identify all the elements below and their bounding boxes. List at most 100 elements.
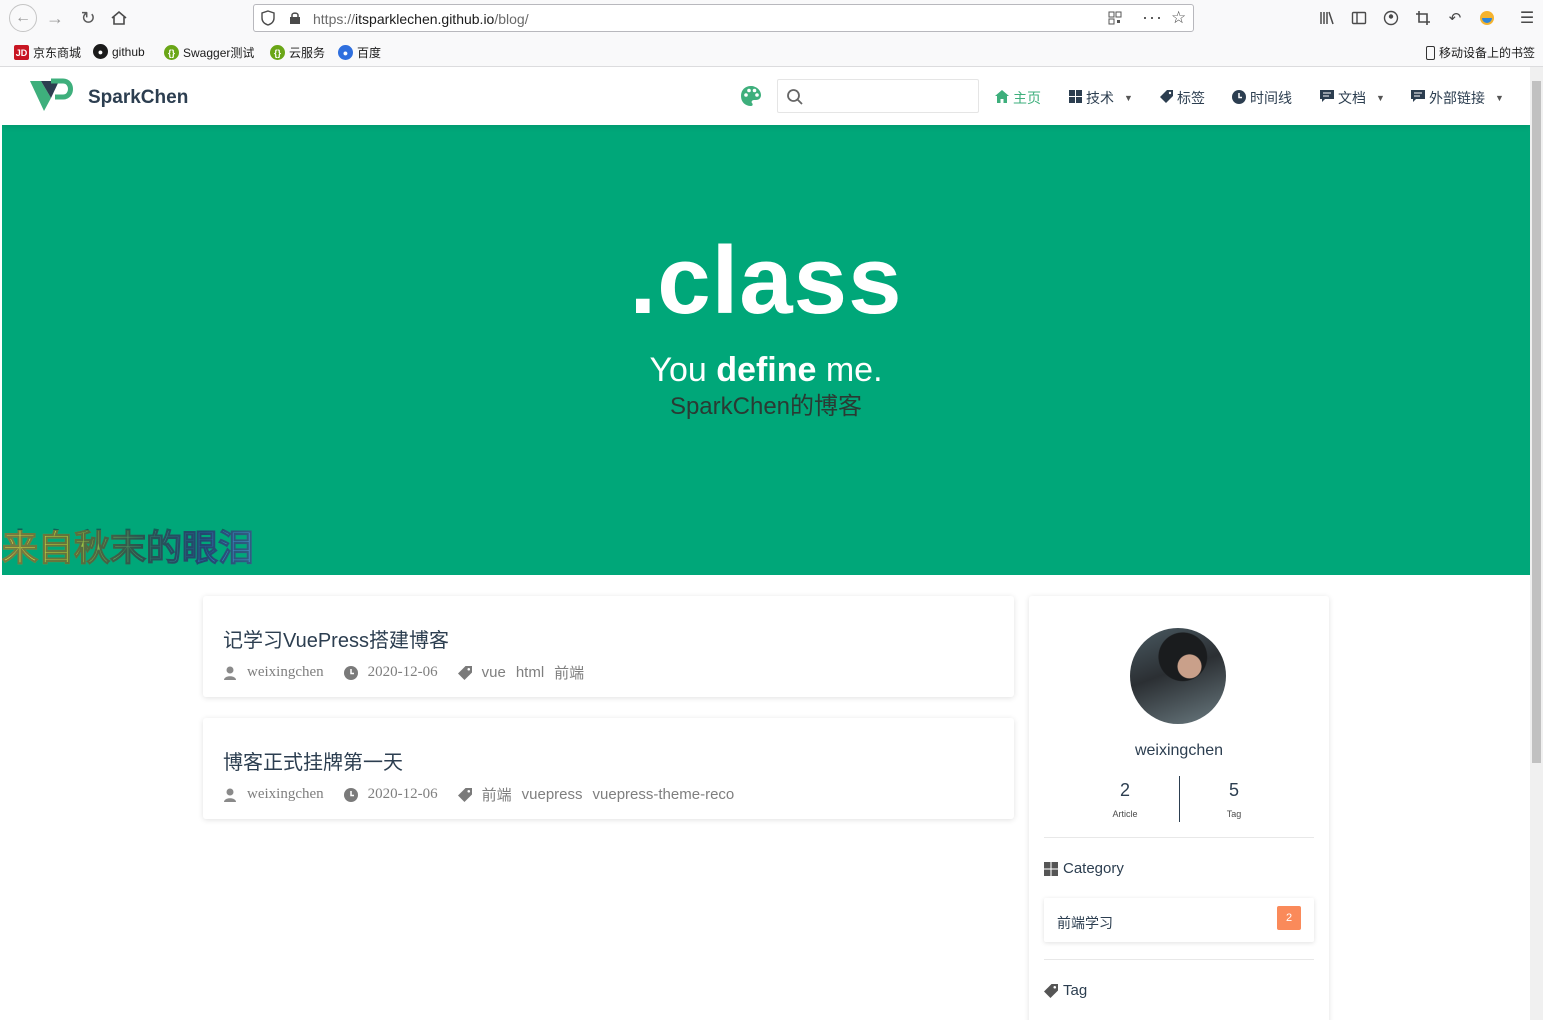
more-icon[interactable]: ··· <box>1142 7 1163 28</box>
post-title[interactable]: 博客正式挂牌第一天 <box>223 746 403 775</box>
bookmark-cloud[interactable]: {} 云服务 <box>270 44 325 61</box>
clock-icon <box>1232 89 1246 107</box>
category-count-badge: 2 <box>1277 906 1301 930</box>
swagger-icon: {} <box>270 45 285 60</box>
tag-icon <box>457 665 472 680</box>
hero-slogan: You define me. <box>649 351 883 389</box>
bookmark-mobile[interactable]: 移动设备上的书签 <box>1426 44 1535 61</box>
stat-divider <box>1179 776 1180 822</box>
grid-icon <box>1044 861 1058 876</box>
nav-label: 标签 <box>1177 90 1205 106</box>
nav-tags[interactable]: 标签 <box>1160 88 1205 108</box>
extension-icon[interactable] <box>1477 8 1497 28</box>
account-icon[interactable] <box>1381 8 1401 28</box>
screenshot-icon[interactable] <box>1413 8 1433 28</box>
qr-code-icon[interactable] <box>1108 11 1122 30</box>
post-tags: 前端 vuepress vuepress-theme-reco <box>457 784 745 805</box>
article-count-value: 2 <box>1119 780 1130 800</box>
jd-icon: JD <box>14 45 29 60</box>
avatar <box>1130 628 1226 724</box>
star-icon[interactable]: ☆ <box>1171 8 1186 28</box>
nav-label: 时间线 <box>1250 90 1292 106</box>
tag-count: 5 Tag <box>1204 780 1264 819</box>
nav-label: 外部链接 <box>1429 90 1485 106</box>
tag-link[interactable]: vuepress <box>522 786 583 803</box>
reload-icon[interactable]: ↻ <box>76 7 100 29</box>
lock-icon[interactable] <box>289 11 301 30</box>
bookmark-github[interactable]: ● github <box>93 44 145 59</box>
bookmark-label: 云服务 <box>289 46 326 60</box>
bookmark-jd[interactable]: JD 京东商城 <box>14 44 81 61</box>
bookmark-label: 京东商城 <box>33 46 82 60</box>
scrollbar[interactable] <box>1530 67 1543 1020</box>
web-page: SparkChen 主页 技术 ▼ 标签 时间线 文档 ▼ 外部链接 ▼ .cl… <box>2 67 1530 1020</box>
tag-count-label: Tag <box>1226 809 1242 819</box>
scrollbar-thumb[interactable] <box>1532 81 1541 763</box>
message-icon <box>1411 90 1425 106</box>
post-card[interactable]: 博客正式挂牌第一天 weixingchen 2020-12-06 前端 vuep… <box>203 718 1014 819</box>
nav-docs[interactable]: 文档 ▼ <box>1320 88 1385 108</box>
forward-icon[interactable]: → <box>43 7 67 29</box>
chevron-down-icon: ▼ <box>1124 93 1133 103</box>
search-input[interactable] <box>777 79 979 113</box>
url-text: https://itsparklechen.github.io/blog/ <box>313 11 529 27</box>
grid-icon <box>1069 90 1082 106</box>
site-name[interactable]: SparkChen <box>88 87 188 109</box>
mobile-icon <box>1426 45 1435 60</box>
nav-external-links[interactable]: 外部链接 ▼ <box>1411 88 1504 108</box>
site-navbar: SparkChen 主页 技术 ▼ 标签 时间线 文档 ▼ 外部链接 ▼ <box>2 67 1530 125</box>
tag-link[interactable]: 前端 <box>482 784 512 805</box>
post-author[interactable]: weixingchen <box>223 786 324 803</box>
tag-icon <box>1044 983 1058 998</box>
menu-icon[interactable]: ☰ <box>1517 8 1537 28</box>
bookmarks-bar: JD 京东商城 ● github {} Swagger测试 {} 云服务 ● 百… <box>0 36 1543 67</box>
bookmark-baidu[interactable]: ● 百度 <box>338 44 381 61</box>
site-logo[interactable] <box>29 78 73 114</box>
palette-icon[interactable] <box>740 85 762 107</box>
tag-link[interactable]: vue <box>482 664 506 681</box>
shield-icon[interactable] <box>261 10 275 31</box>
bookmark-label: Swagger测试 <box>183 46 255 60</box>
nav-tech[interactable]: 技术 ▼ <box>1069 88 1133 108</box>
back-icon[interactable]: ← <box>9 4 37 32</box>
article-count: 2 Article <box>1095 780 1155 819</box>
divider <box>1044 959 1314 960</box>
category-title: Category <box>1063 860 1124 877</box>
date-text: 2020-12-06 <box>367 786 438 802</box>
sidebar-icon[interactable] <box>1349 8 1369 28</box>
undo-icon[interactable]: ↶ <box>1445 8 1465 28</box>
post-card[interactable]: 记学习VuePress搭建博客 weixingchen 2020-12-06 v… <box>203 596 1014 697</box>
tag-title: Tag <box>1063 982 1088 999</box>
floating-text: 来自秋末的眼泪 <box>2 527 255 568</box>
author-name: weixingchen <box>247 664 324 680</box>
home-icon[interactable] <box>107 7 131 29</box>
browser-toolbar: ← → ↻ https://itsparklechen.github.io/bl… <box>0 0 1543 36</box>
bookmark-swagger[interactable]: {} Swagger测试 <box>164 44 254 61</box>
nav-label: 主页 <box>1013 90 1041 106</box>
tag-link[interactable]: 前端 <box>554 662 584 683</box>
tag-link[interactable]: html <box>516 664 544 681</box>
post-meta: weixingchen 2020-12-06 前端 vuepress vuepr… <box>223 784 764 805</box>
home-icon <box>995 90 1009 106</box>
tag-count-value: 5 <box>1228 780 1239 800</box>
nav-timeline[interactable]: 时间线 <box>1232 88 1292 108</box>
post-title[interactable]: 记学习VuePress搭建博客 <box>223 624 449 653</box>
tag-heading: Tag <box>1044 982 1087 999</box>
category-item[interactable]: 前端学习 2 <box>1044 898 1314 942</box>
clock-icon <box>343 787 358 802</box>
tag-link[interactable]: vuepress-theme-reco <box>593 786 735 803</box>
hero-title: .class <box>629 227 903 334</box>
author-name: weixingchen <box>1134 742 1224 759</box>
user-icon <box>224 666 236 680</box>
library-icon[interactable] <box>1317 8 1337 28</box>
address-bar[interactable]: https://itsparklechen.github.io/blog/ ··… <box>253 4 1194 32</box>
swagger-icon: {} <box>164 45 179 60</box>
post-author[interactable]: weixingchen <box>223 664 324 681</box>
post-date: 2020-12-06 <box>343 786 438 803</box>
message-icon <box>1320 90 1334 106</box>
nav-home[interactable]: 主页 <box>995 88 1041 108</box>
date-text: 2020-12-06 <box>367 664 438 680</box>
post-tags: vue html 前端 <box>457 662 595 683</box>
category-name: 前端学习 <box>1057 915 1113 931</box>
nav-label: 文档 <box>1338 90 1366 106</box>
